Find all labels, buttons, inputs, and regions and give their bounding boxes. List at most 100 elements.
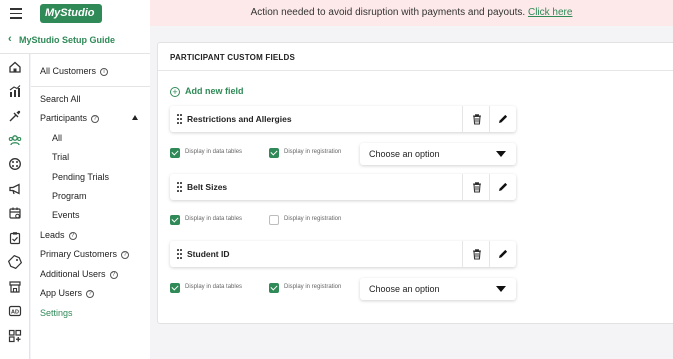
- alert-banner: Action needed to avoid disruption with p…: [150, 0, 673, 26]
- sidebar-item-leads[interactable]: Leads?: [40, 230, 77, 240]
- tag-icon[interactable]: [8, 109, 22, 123]
- display-tables-label: Display in data tables: [185, 149, 243, 155]
- chevron-down-icon: [496, 151, 506, 157]
- apps-icon[interactable]: [8, 329, 22, 343]
- info-icon[interactable]: i: [100, 68, 109, 76]
- field-options-row: Display in data tables Display in regist…: [170, 210, 516, 232]
- display-registration-checkbox[interactable]: [269, 215, 279, 225]
- banner-link[interactable]: Click here: [528, 7, 572, 18]
- all-customers-header[interactable]: All Customers i: [40, 66, 109, 76]
- plus-circle-icon: +: [170, 87, 180, 97]
- divider: [489, 174, 490, 200]
- info-icon[interactable]: ?: [91, 115, 100, 123]
- primary-customers-label: Primary Customers: [40, 249, 118, 259]
- chart-icon[interactable]: [8, 84, 22, 98]
- field-card: Belt Sizes: [170, 174, 516, 200]
- display-registration-checkbox[interactable]: [269, 283, 279, 293]
- chevron-down-icon: [496, 286, 506, 292]
- setup-guide-link[interactable]: ‹ MyStudio Setup Guide: [0, 26, 150, 54]
- custom-fields-panel: PARTICIPANT CUSTOM FIELDS + Add new field…: [157, 42, 673, 324]
- field-options-row: Display in data tables Display in regist…: [170, 143, 516, 165]
- ad-icon[interactable]: AD: [8, 304, 22, 318]
- sidebar-subitem-events[interactable]: Events: [52, 210, 80, 220]
- display-registration-label: Display in registration: [284, 284, 342, 290]
- info-icon[interactable]: ?: [109, 271, 118, 279]
- field-card: Student ID: [170, 241, 516, 267]
- display-registration-checkbox[interactable]: [269, 148, 279, 158]
- add-new-field-button[interactable]: + Add new field: [170, 86, 244, 97]
- coupon-icon[interactable]: [7, 254, 23, 270]
- display-tables-checkbox[interactable]: [170, 148, 180, 158]
- info-icon[interactable]: ?: [121, 251, 130, 259]
- main-content: PARTICIPANT CUSTOM FIELDS + Add new field…: [150, 26, 673, 359]
- display-tables-checkbox[interactable]: [170, 215, 180, 225]
- menu-icon[interactable]: [10, 8, 22, 19]
- display-tables-label: Display in data tables: [185, 284, 243, 290]
- megaphone-icon[interactable]: [8, 182, 22, 196]
- users-icon[interactable]: [8, 133, 22, 147]
- sidebar-item-participants[interactable]: Participants?: [40, 113, 100, 123]
- sidebar-subitem-all[interactable]: All: [52, 133, 62, 143]
- trash-icon[interactable]: [470, 180, 484, 194]
- nav-divider: [31, 86, 150, 87]
- pencil-icon[interactable]: [496, 112, 510, 126]
- trash-icon[interactable]: [470, 112, 484, 126]
- sidebar-item-settings[interactable]: Settings: [40, 308, 73, 318]
- panel-divider: [158, 70, 673, 71]
- store-icon[interactable]: [8, 280, 22, 294]
- display-tables-label: Display in data tables: [185, 216, 243, 222]
- logo[interactable]: MyStudio: [40, 4, 102, 23]
- participants-label: Participants: [40, 113, 88, 123]
- chevron-left-icon: ‹: [8, 33, 12, 45]
- option-select[interactable]: Choose an option: [360, 278, 516, 300]
- leads-label: Leads: [40, 230, 65, 240]
- field-name: Student ID: [187, 249, 230, 259]
- display-tables-checkbox[interactable]: [170, 283, 180, 293]
- sidebar-item-primary-customers[interactable]: Primary Customers?: [40, 249, 130, 259]
- field-name: Belt Sizes: [187, 182, 228, 192]
- display-registration-label: Display in registration: [284, 216, 342, 222]
- trash-icon[interactable]: [470, 247, 484, 261]
- select-value: Choose an option: [369, 149, 440, 159]
- divider: [462, 241, 463, 267]
- setup-guide-label: MyStudio Setup Guide: [19, 35, 115, 45]
- calendar-icon[interactable]: [8, 206, 22, 220]
- sidebar-item-search-all[interactable]: Search All: [40, 94, 81, 104]
- sidebar-nav: All Customers i Search All Participants? …: [31, 54, 150, 359]
- option-select[interactable]: Choose an option: [360, 143, 516, 165]
- collapse-caret-icon[interactable]: [132, 115, 138, 120]
- field-options-row: Display in data tables Display in regist…: [170, 278, 516, 300]
- info-icon[interactable]: ?: [86, 290, 95, 298]
- field-name: Restrictions and Allergies: [187, 114, 292, 124]
- divider: [462, 174, 463, 200]
- field-card: Restrictions and Allergies: [170, 106, 516, 132]
- all-customers-label: All Customers: [40, 66, 97, 76]
- add-new-field-label: Add new field: [185, 86, 244, 96]
- panel-title: PARTICIPANT CUSTOM FIELDS: [170, 53, 295, 62]
- info-icon[interactable]: ?: [68, 232, 77, 240]
- divider: [489, 241, 490, 267]
- select-value: Choose an option: [369, 284, 440, 294]
- palette-icon[interactable]: [8, 157, 22, 171]
- sidebar-subitem-pending-trials[interactable]: Pending Trials: [52, 172, 109, 182]
- pencil-icon[interactable]: [496, 180, 510, 194]
- drag-handle-icon[interactable]: [177, 249, 182, 259]
- clipboard-icon[interactable]: [8, 231, 22, 245]
- top-bar: MyStudio: [0, 0, 150, 26]
- app-users-label: App Users: [40, 288, 83, 298]
- svg-text:AD: AD: [11, 310, 19, 316]
- sidebar-subitem-program[interactable]: Program: [52, 191, 87, 201]
- additional-users-label: Additional Users: [40, 269, 106, 279]
- sidebar-subitem-trial[interactable]: Trial: [52, 152, 69, 162]
- display-registration-label: Display in registration: [284, 149, 342, 155]
- drag-handle-icon[interactable]: [177, 114, 182, 124]
- divider: [462, 106, 463, 132]
- divider: [489, 106, 490, 132]
- sidebar-item-additional-users[interactable]: Additional Users?: [40, 269, 118, 279]
- sidebar-item-app-users[interactable]: App Users?: [40, 288, 95, 298]
- icon-rail: AD: [0, 54, 30, 359]
- pencil-icon[interactable]: [496, 247, 510, 261]
- drag-handle-icon[interactable]: [177, 182, 182, 192]
- banner-text: Action needed to avoid disruption with p…: [250, 7, 526, 18]
- home-icon[interactable]: [8, 60, 22, 74]
